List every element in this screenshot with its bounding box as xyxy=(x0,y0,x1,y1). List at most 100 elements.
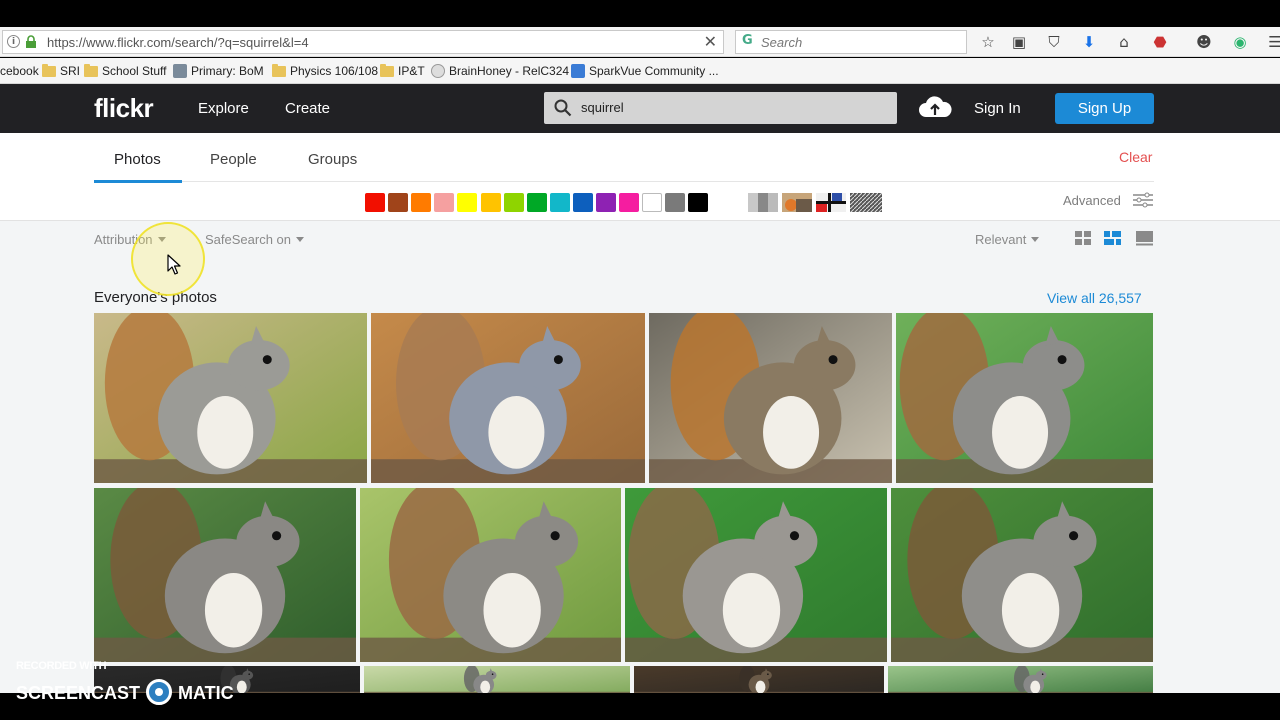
color-swatch[interactable] xyxy=(572,193,593,212)
advanced-search-link[interactable]: Advanced xyxy=(1063,193,1121,208)
sign-up-button[interactable]: Sign Up xyxy=(1055,93,1154,124)
pocket-icon[interactable]: ⛉ xyxy=(1043,31,1065,53)
tab-groups[interactable]: Groups xyxy=(308,151,357,168)
color-swatch[interactable] xyxy=(596,193,616,212)
folder-icon xyxy=(42,63,56,77)
watermark-word: MATIC xyxy=(178,683,234,703)
color-swatch[interactable] xyxy=(526,193,547,212)
bookmark-label: IP&T xyxy=(398,64,425,78)
page-icon xyxy=(431,64,445,78)
justified-view-icon[interactable] xyxy=(1104,231,1121,246)
color-swatch[interactable] xyxy=(411,193,432,212)
photo-thumbnail[interactable] xyxy=(888,666,1153,693)
folder-icon xyxy=(84,63,98,77)
color-swatch[interactable] xyxy=(365,193,385,212)
upload-cloud-icon[interactable] xyxy=(918,95,952,121)
screen: i https://www.flickr.com/search/?q=squir… xyxy=(0,0,1280,720)
bookmark-folder[interactable]: School Stuff xyxy=(84,63,167,78)
bookmark-label: Physics 106/108 xyxy=(290,64,379,78)
photo-thumbnail[interactable] xyxy=(371,313,645,483)
photo-thumbnail[interactable] xyxy=(94,313,367,483)
nav-explore[interactable]: Explore xyxy=(198,100,249,117)
flickr-logo[interactable]: flickr xyxy=(94,93,154,124)
color-swatch[interactable] xyxy=(665,193,686,212)
caret-down-icon xyxy=(296,237,305,242)
safesearch-label: SafeSearch on xyxy=(205,232,292,247)
photo-thumbnail[interactable] xyxy=(625,488,887,662)
caret-down-icon xyxy=(1031,237,1040,242)
address-bar[interactable]: i https://www.flickr.com/search/?q=squir… xyxy=(2,30,724,54)
photo-thumbnail[interactable] xyxy=(634,666,884,693)
color-swatch[interactable] xyxy=(619,193,640,212)
sort-dropdown[interactable]: Relevant xyxy=(975,232,1040,247)
photo-thumbnail[interactable] xyxy=(360,488,621,662)
color-swatch[interactable] xyxy=(503,193,524,212)
photo-thumbnail[interactable] xyxy=(896,313,1153,483)
page-icon xyxy=(173,64,187,78)
color-swatch[interactable] xyxy=(549,193,570,212)
bookmark-folder[interactable]: IP&T xyxy=(380,63,425,78)
photo-thumbnail[interactable] xyxy=(649,313,892,483)
bookmark-folder[interactable]: Physics 106/108 xyxy=(272,63,379,78)
site-search-input[interactable]: squirrel xyxy=(544,92,897,124)
safesearch-dropdown[interactable]: SafeSearch on xyxy=(205,232,305,247)
grammarly-icon[interactable]: ◉ xyxy=(1229,31,1251,53)
sliders-icon[interactable] xyxy=(1133,192,1153,208)
bookmark-label: SparkVue Community ... xyxy=(589,64,719,78)
url-text: https://www.flickr.com/search/?q=squirre… xyxy=(47,35,309,50)
photo-thumbnail[interactable] xyxy=(364,666,630,693)
color-swatch[interactable] xyxy=(688,193,709,212)
watermark-logo: SCREENCAST MATIC xyxy=(16,679,234,705)
color-swatch[interactable] xyxy=(434,193,455,212)
star-icon[interactable]: ☆ xyxy=(977,31,999,53)
style-black-and-white[interactable] xyxy=(748,193,778,212)
style-patterns[interactable] xyxy=(850,193,882,212)
watermark-caption: RECORDED WITH xyxy=(16,660,107,672)
download-icon[interactable]: ⬇ xyxy=(1078,31,1100,53)
clear-button[interactable]: Clear xyxy=(1119,149,1152,165)
bookmark-label: cebook xyxy=(0,64,39,78)
bookmark-item[interactable]: cebook xyxy=(0,64,39,78)
search-results: Photos People Groups Clear Advanced Attr… xyxy=(0,133,1280,693)
home-icon[interactable]: ⌂ xyxy=(1113,31,1135,53)
close-icon[interactable]: ✕ xyxy=(704,32,717,51)
search-icon xyxy=(554,99,572,117)
lock-icon xyxy=(26,35,36,48)
bookmark-item[interactable]: BrainHoney - RelC324 xyxy=(431,64,569,78)
site-header: flickr Explore Create squirrel Sign In S… xyxy=(0,84,1280,133)
search-tabs-bar: Photos People Groups Clear Advanced xyxy=(0,133,1280,221)
bookmark-item[interactable]: SparkVue Community ... xyxy=(571,64,719,78)
bookmark-item[interactable]: Primary: BoM xyxy=(173,64,264,78)
style-shallow-depth-of-field[interactable] xyxy=(782,193,812,212)
bookmark-folder[interactable]: SRI xyxy=(42,63,81,78)
chat-icon[interactable]: ☻ xyxy=(1193,31,1215,53)
large-view-icon[interactable] xyxy=(1136,231,1153,246)
reader-icon[interactable]: ▣ xyxy=(1008,31,1030,53)
menu-icon[interactable]: ☰ xyxy=(1264,31,1280,53)
photo-thumbnail[interactable] xyxy=(891,488,1153,662)
color-swatch[interactable] xyxy=(457,193,478,212)
style-minimalist[interactable] xyxy=(816,193,846,212)
adblock-icon[interactable]: ⬣ xyxy=(1149,31,1171,53)
photo-thumbnail[interactable] xyxy=(94,488,356,662)
folder-icon xyxy=(380,63,394,77)
tab-photos[interactable]: Photos xyxy=(114,151,161,168)
bookmark-label: BrainHoney - RelC324 xyxy=(449,64,570,78)
info-icon[interactable]: i xyxy=(7,35,20,48)
browser-search-input[interactable]: G Search xyxy=(735,30,967,54)
sign-in-link[interactable]: Sign In xyxy=(974,100,1021,117)
bookmark-label: SRI xyxy=(60,64,81,78)
watermark-word: SCREENCAST xyxy=(16,683,141,703)
color-swatch[interactable] xyxy=(642,193,663,212)
search-engine-icon: G xyxy=(742,33,753,48)
color-swatch[interactable] xyxy=(480,193,501,212)
doc-icon xyxy=(571,64,585,78)
view-all-link[interactable]: View all 26,557 xyxy=(1047,290,1142,306)
tab-people[interactable]: People xyxy=(210,151,257,168)
color-swatch[interactable] xyxy=(388,193,409,212)
search-placeholder: Search xyxy=(761,35,803,50)
nav-create[interactable]: Create xyxy=(285,100,330,117)
screencast-watermark: RECORDED WITH SCREENCAST MATIC xyxy=(16,660,234,705)
grid-small-view-icon[interactable] xyxy=(1075,231,1092,246)
bookmark-label: Primary: BoM xyxy=(191,64,264,78)
